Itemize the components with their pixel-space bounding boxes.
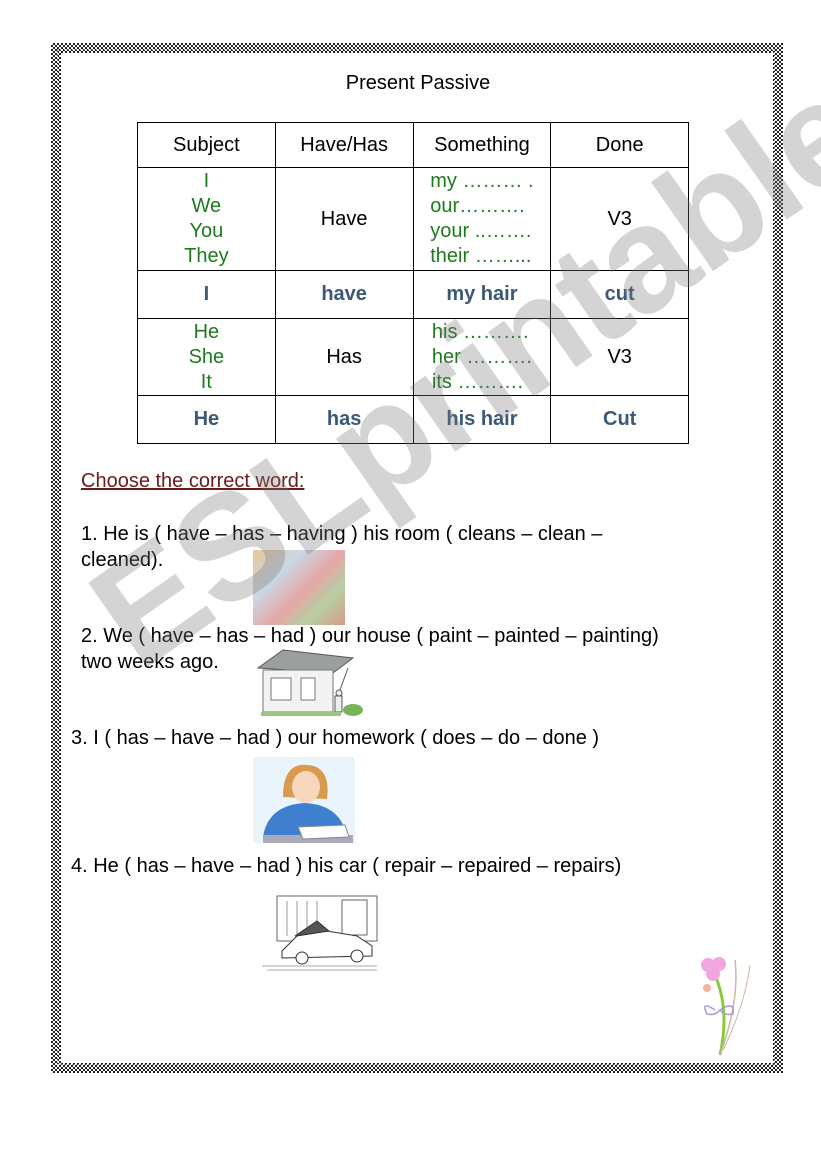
worksheet-title: Present Passive [345, 72, 491, 94]
example-object: my hair [412, 270, 552, 319]
example-object: his hair [412, 395, 552, 444]
subject: We [191, 195, 222, 217]
subject: She [188, 345, 225, 368]
question-text: 4. He ( has – have – had ) his car ( rep… [71, 855, 622, 877]
girl-doing-homework-image [253, 757, 355, 843]
question-text: 3. I ( has – have – had ) our homework (… [71, 727, 600, 749]
table-row-example: I have my hair cut [137, 270, 689, 319]
header-something: Something [412, 122, 552, 168]
subject: You [189, 220, 224, 242]
possessives-singular: his ………. her ………. its ………. [412, 318, 552, 396]
question-4: 4. He ( has – have – had ) his car ( rep… [71, 853, 621, 879]
subject: He [193, 320, 220, 343]
table-row: I We You They Have my ……… . our………. your… [137, 167, 689, 271]
possessive: her ………. [431, 345, 532, 368]
example-verb: has [274, 395, 414, 444]
verb-have: Have [274, 167, 414, 271]
car-repair-garage-image [257, 886, 382, 971]
possessive: their ……... [430, 245, 532, 267]
possessives-plural: my ……… . our………. your ..……. their ……... [412, 167, 552, 271]
question-2: 2. We ( have – has – had ) our house ( p… [81, 623, 659, 675]
example-done: Cut [550, 395, 689, 444]
subject: I [203, 170, 210, 192]
example-subject: He [137, 395, 276, 444]
possessive: your ..……. [430, 220, 532, 242]
done-v3: V3 [550, 167, 689, 271]
question-text: 2. We ( have – has – had ) our house ( p… [81, 625, 659, 647]
table-header-row: Subject Have/Has Something Done [137, 122, 689, 168]
instruction-heading: Choose the correct word: [81, 470, 305, 492]
verb-has: Has [274, 318, 414, 396]
possessive: our………. [430, 195, 525, 217]
possessive: my ……… . [430, 170, 534, 192]
header-done: Done [550, 122, 689, 168]
subjects-singular: He She It [137, 318, 276, 396]
question-text: 1. He is ( have – has – having ) his roo… [81, 523, 603, 545]
subject: They [184, 245, 229, 267]
possessive: its ………. [431, 370, 524, 393]
subject: It [200, 370, 212, 393]
grammar-table: Subject Have/Has Something Done I We You… [137, 122, 689, 444]
example-subject: I [137, 270, 276, 319]
header-subject: Subject [137, 122, 276, 168]
example-verb: have [274, 270, 414, 319]
table-row-example: He has his hair Cut [137, 395, 689, 444]
boy-cleaning-room-image [253, 550, 345, 625]
question-text: two weeks ago. [81, 651, 219, 673]
subjects-plural: I We You They [137, 167, 276, 271]
done-v3: V3 [550, 318, 689, 396]
flower-decoration-image [695, 950, 765, 1060]
possessive: his ………. [431, 320, 529, 343]
question-3: 3. I ( has – have – had ) our homework (… [71, 725, 599, 751]
man-painting-house-image [253, 648, 363, 720]
table-row: He She It Has his ………. her ………. its ……….… [137, 318, 689, 396]
header-have-has: Have/Has [274, 122, 414, 168]
example-done: cut [550, 270, 689, 319]
